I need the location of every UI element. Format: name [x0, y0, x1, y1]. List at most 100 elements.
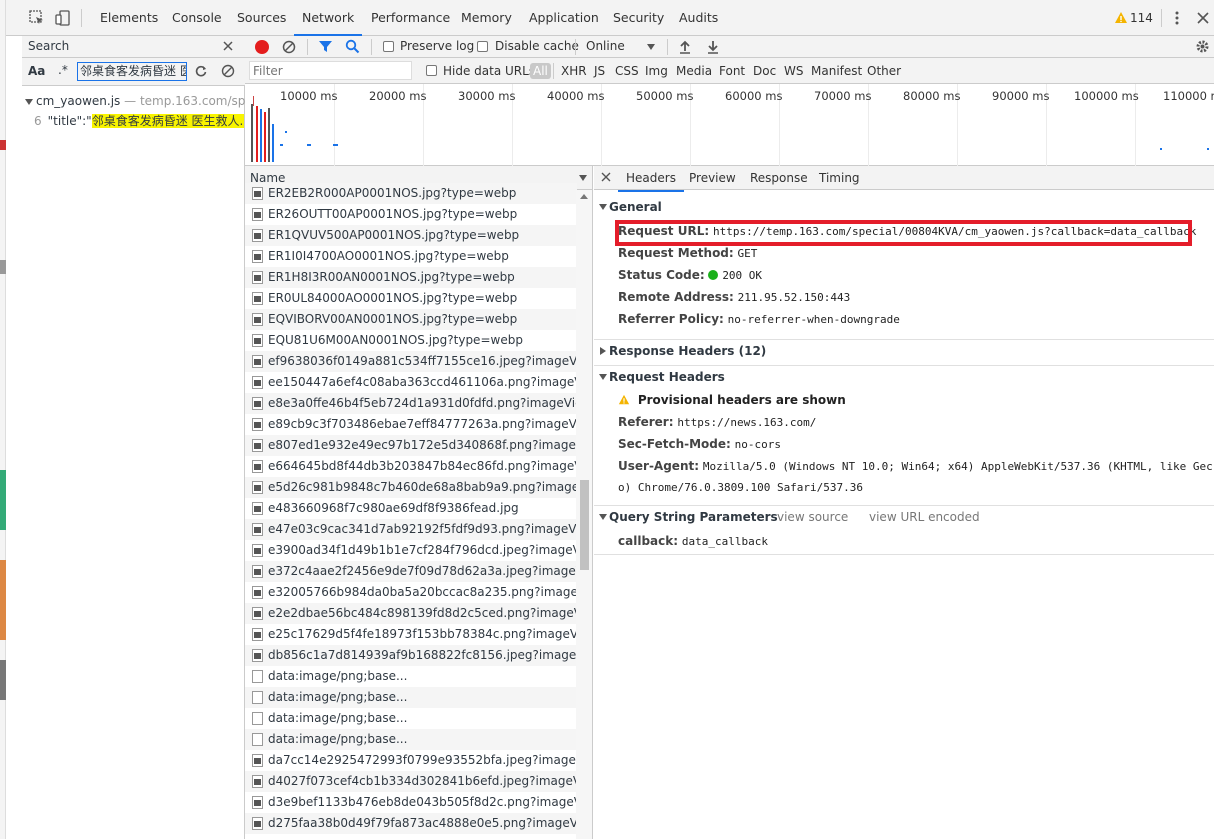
table-row[interactable]: EQU81U6M00AN0001NOS.jpg?type=webp [245, 330, 577, 351]
table-row[interactable]: data:image/png;base... [245, 666, 577, 687]
network-overview-timeline[interactable]: 10000 ms 20000 ms 30000 ms 40000 ms 5000… [245, 84, 1214, 166]
close-details-icon[interactable] [600, 171, 612, 183]
request-headers-title[interactable]: Request Headers [609, 370, 725, 384]
search-result-file[interactable]: cm_yaowen.js — temp.163.com/speci... [25, 94, 245, 108]
tab-application[interactable]: Application [529, 0, 599, 36]
view-source-link[interactable]: view source [777, 510, 848, 524]
sort-down-icon[interactable] [579, 175, 587, 181]
table-row[interactable]: e32005766b984da0ba5a20bccac8a235.png?ima… [245, 582, 577, 603]
table-row[interactable]: d3e9bef1133b476eb8de043b505f8d2c.png?ima… [245, 792, 577, 813]
general-title[interactable]: General [609, 200, 662, 214]
import-har-icon[interactable] [678, 39, 692, 54]
tab-sources[interactable]: Sources [237, 0, 286, 36]
scroll-up-icon[interactable] [580, 194, 588, 199]
filter-icon[interactable] [318, 39, 333, 54]
table-row[interactable]: ER1H8I3R00AN0001NOS.jpg?type=webp [245, 267, 577, 288]
refresh-search-icon[interactable] [194, 64, 208, 78]
table-row[interactable]: ER1I0I4700AO0001NOS.jpg?type=webp [245, 246, 577, 267]
search-input[interactable]: 邻桌食客发病昏迷 医 [77, 62, 187, 81]
type-filter-js[interactable]: JS [594, 64, 605, 78]
table-row[interactable]: EQVIBORV00AN0001NOS.jpg?type=webp [245, 309, 577, 330]
tab-memory[interactable]: Memory [461, 0, 512, 36]
table-row[interactable]: e664645bd8f44db3b203847b84ec86fd.png?ima… [245, 456, 577, 477]
type-filter-ws[interactable]: WS [784, 64, 803, 78]
warning-icon[interactable] [1114, 11, 1128, 25]
table-row[interactable]: e3900ad34f1d49b1b1e7cf284f796dcd.jpeg?im… [245, 540, 577, 561]
match-case-button[interactable]: Aa [28, 64, 45, 78]
inspect-element-icon[interactable] [28, 9, 46, 27]
image-file-icon [252, 376, 263, 389]
export-har-icon[interactable] [706, 39, 720, 54]
table-row[interactable]: e483660968f7c980ae69df8f9386fead.jpg [245, 498, 577, 519]
collapse-triangle-icon[interactable] [599, 204, 607, 210]
type-filter-font[interactable]: Font [719, 64, 745, 78]
expand-triangle-icon[interactable] [600, 347, 606, 355]
tab-security[interactable]: Security [613, 0, 664, 36]
table-row[interactable]: e25c17629d5f4fe18973f153bb78384c.png?ima… [245, 624, 577, 645]
type-filter-doc[interactable]: Doc [753, 64, 776, 78]
disable-cache-checkbox[interactable] [477, 41, 488, 52]
network-settings-icon[interactable] [1195, 39, 1210, 54]
tab-performance[interactable]: Performance [371, 0, 450, 36]
table-row[interactable]: data:image/png;base... [245, 729, 577, 750]
table-row[interactable]: e89cb9c3f703486ebae7eff84777263a.png?ima… [245, 414, 577, 435]
request-name: e5d26c981b9848c7b460de68a8bab9a9.png?ima… [268, 480, 577, 494]
preserve-log-checkbox[interactable] [383, 41, 394, 52]
filter-input[interactable] [249, 61, 412, 80]
throttling-select[interactable]: Online [586, 39, 625, 53]
tab-network[interactable]: Network [293, 0, 363, 36]
chevron-down-icon[interactable] [647, 44, 655, 50]
table-row[interactable]: ER2EB2R000AP0001NOS.jpg?type=webp [245, 183, 577, 204]
table-row[interactable]: e372c4aae2f2456e9de7f09d78d62a3a.jpeg?im… [245, 561, 577, 582]
more-options-icon[interactable] [1168, 9, 1186, 27]
table-row[interactable]: ef9638036f0149a881c534ff7155ce16.jpeg?im… [245, 351, 577, 372]
table-row[interactable]: ee150447a6ef4c08aba363ccd461106a.png?ima… [245, 372, 577, 393]
clear-icon[interactable] [282, 40, 296, 54]
regex-button[interactable]: .* [58, 63, 68, 77]
hide-data-urls-checkbox[interactable] [426, 65, 437, 76]
table-row[interactable]: e5d26c981b9848c7b460de68a8bab9a9.png?ima… [245, 477, 577, 498]
type-filter-css[interactable]: CSS [615, 64, 639, 78]
request-list-scrollbar[interactable] [576, 190, 592, 839]
table-row[interactable]: e8e3a0ffe46b4f5eb724d1a931d0fdfd.png?ima… [245, 393, 577, 414]
table-row[interactable]: da7cc14e2925472993f0799e93552bfa.jpeg?im… [245, 750, 577, 771]
search-icon[interactable] [345, 39, 360, 54]
view-url-encoded-link[interactable]: view URL encoded [869, 510, 980, 524]
search-result-line[interactable]: 6 "title":"邻桌食客发病昏迷 医生救人... [34, 112, 244, 129]
type-filter-xhr[interactable]: XHR [561, 64, 587, 78]
scrollbar-thumb[interactable] [580, 480, 589, 570]
type-filter-manifest[interactable]: Manifest [811, 64, 862, 78]
type-filter-all[interactable]: All [530, 63, 551, 79]
query-string-title[interactable]: Query String Parameters [609, 510, 778, 524]
tab-response[interactable]: Response [750, 171, 808, 185]
close-devtools-icon[interactable] [1194, 9, 1212, 27]
table-row[interactable]: e47e03c9cac341d7ab92192f5fdf9d93.png?ima… [245, 519, 577, 540]
record-icon[interactable] [255, 40, 269, 54]
table-row[interactable]: data:image/png;base... [245, 708, 577, 729]
table-row[interactable]: e2e2dbae56bc484c898139fd8d2c5ced.png?ima… [245, 603, 577, 624]
tab-audits[interactable]: Audits [679, 0, 718, 36]
table-row[interactable]: ER1QVUV500AP0001NOS.jpg?type=webp [245, 225, 577, 246]
table-row[interactable]: e807ed1e932e49ec97b172e5d340868f.png?ima… [245, 435, 577, 456]
table-row[interactable]: d4027f073cef4cb1b334d302841b6efd.jpeg?im… [245, 771, 577, 792]
table-row[interactable]: ER0UL84000AO0001NOS.jpg?type=webp [245, 288, 577, 309]
table-row[interactable]: ER26OUTT00AP0001NOS.jpg?type=webp [245, 204, 577, 225]
warning-count[interactable]: 114 [1130, 11, 1153, 25]
type-filter-img[interactable]: Img [645, 64, 668, 78]
tab-timing[interactable]: Timing [819, 171, 860, 185]
type-filter-media[interactable]: Media [676, 64, 712, 78]
device-toolbar-icon[interactable] [54, 9, 72, 27]
table-row[interactable]: db856c1a7d814939af9b168822fc8156.jpeg?im… [245, 645, 577, 666]
response-headers-title[interactable]: Response Headers (12) [609, 344, 766, 358]
collapse-triangle-icon[interactable] [599, 374, 607, 380]
collapse-triangle-icon[interactable] [599, 514, 607, 520]
type-filter-other[interactable]: Other [867, 64, 901, 78]
close-search-icon[interactable] [221, 39, 235, 53]
tab-console[interactable]: Console [172, 0, 222, 36]
clear-search-icon[interactable] [221, 64, 235, 78]
tab-preview[interactable]: Preview [689, 171, 736, 185]
table-row[interactable]: d275faa38b0d49f79fa873ac4888e0e5.png?ima… [245, 813, 577, 834]
table-row[interactable]: data:image/png;base... [245, 687, 577, 708]
tab-headers[interactable]: Headers [618, 171, 684, 192]
tab-elements[interactable]: Elements [100, 0, 158, 36]
